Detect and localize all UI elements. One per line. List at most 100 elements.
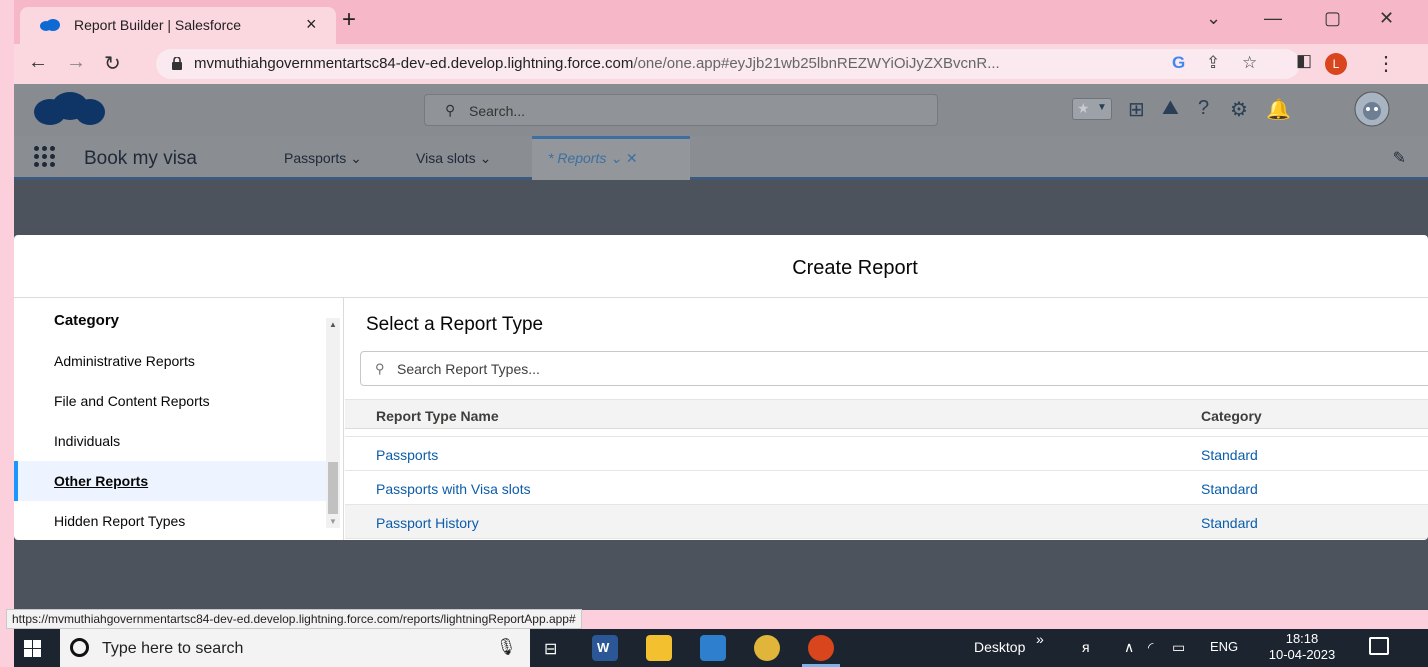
google-lens-icon[interactable]: G	[1172, 53, 1185, 73]
task-view-icon[interactable]: ⊟	[544, 639, 557, 659]
star-icon: ★	[1077, 100, 1090, 116]
word-app-icon[interactable]: W	[592, 635, 618, 661]
url-text: mvmuthiahgovernmentartsc84-dev-ed.develo…	[194, 55, 1000, 72]
report-type-name[interactable]: Passport History	[376, 515, 479, 531]
report-type-pane: Select a Report Type ⚲ Search Report Typ…	[345, 298, 1428, 540]
taskbar-search-placeholder: Type here to search	[102, 640, 244, 657]
menu-kebab-icon[interactable]: ⋮	[1376, 51, 1396, 76]
scrollbar-thumb[interactable]	[328, 462, 338, 514]
language-indicator[interactable]: ENG	[1210, 639, 1238, 654]
table-row[interactable]: Passport History Standard	[345, 505, 1428, 539]
create-report-modal: Create Report Category Administrative Re…	[14, 235, 1428, 540]
column-header-category[interactable]: Category	[1201, 408, 1262, 424]
clock-date: 10-04-2023	[1268, 647, 1336, 662]
edit-nav-icon[interactable]: ✎	[1393, 148, 1406, 168]
app-name: Book my visa	[84, 148, 197, 169]
network-icon[interactable]: ◜	[1148, 639, 1153, 656]
new-tab-button[interactable]: +	[342, 8, 356, 32]
chrome-profile-app-icon[interactable]	[808, 635, 834, 661]
forward-icon[interactable]: →	[66, 51, 86, 74]
trailhead-icon[interactable]: ⛰	[1162, 97, 1179, 120]
favorites-button[interactable]: ★ ▼	[1072, 98, 1112, 120]
salesforce-cloud-icon	[40, 19, 60, 31]
search-icon: ⚲	[445, 102, 456, 118]
report-type-search-input[interactable]: ⚲ Search Report Types...	[360, 351, 1428, 386]
clock-time: 18:18	[1285, 631, 1319, 646]
chevron-down-icon[interactable]: ⌄	[480, 150, 492, 166]
taskbar-clock[interactable]: 18:18 10-04-2023	[1267, 631, 1337, 663]
category-other-reports[interactable]: Other Reports	[14, 461, 326, 501]
table-row[interactable]: Passports Standard	[345, 437, 1428, 471]
report-type-name[interactable]: Passports with Visa slots	[376, 481, 531, 497]
chevron-down-icon[interactable]: ⌄	[350, 150, 362, 166]
nav-item-reports[interactable]: * Reports ⌄ ✕	[548, 150, 638, 167]
notifications-bell-icon[interactable]: 🔔	[1266, 97, 1291, 122]
report-type-heading: Select a Report Type	[366, 314, 544, 335]
nav-item-passports[interactable]: Passports ⌄	[284, 150, 362, 167]
desktop-toolbar-label[interactable]: Desktop	[974, 639, 1025, 655]
tray-chevron-up-icon[interactable]: ∧	[1124, 639, 1134, 656]
table-row[interactable]: Passports with Visa slots Standard	[345, 471, 1428, 505]
bookmark-star-icon[interactable]: ☆	[1242, 53, 1257, 73]
user-avatar[interactable]	[1354, 91, 1390, 127]
sf-global-header: ⚲ Search... ★ ▼ ⊞ ⛰ ? ⚙ 🔔	[14, 84, 1428, 136]
microphone-icon[interactable]: 🎙	[496, 637, 516, 657]
reload-icon[interactable]: ↻	[104, 51, 121, 76]
taskbar-search-box[interactable]: Type here to search 🎙	[60, 629, 530, 667]
side-panel-icon[interactable]: ◧	[1296, 51, 1312, 71]
browser-tab-strip: Report Builder | Salesforce × + ⌄ — ▢ ✕	[14, 0, 1428, 44]
close-window-icon[interactable]: ✕	[1379, 8, 1394, 29]
nav-item-visa-slots[interactable]: Visa slots ⌄	[416, 150, 491, 167]
toolbar-overflow-icon[interactable]: »	[1036, 631, 1044, 647]
minimize-icon[interactable]: —	[1264, 8, 1282, 29]
close-tab-icon[interactable]: ✕	[626, 150, 638, 166]
modal-title: Create Report	[792, 257, 918, 279]
category-administrative-reports[interactable]: Administrative Reports	[14, 341, 326, 381]
battery-icon[interactable]: ▭	[1172, 639, 1185, 656]
profile-avatar[interactable]: L	[1325, 53, 1347, 75]
file-explorer-icon[interactable]	[646, 635, 672, 661]
tab-close-icon[interactable]: ×	[306, 14, 317, 35]
search-icon: ⚲	[375, 361, 385, 376]
chevron-down-icon[interactable]: ⌄	[1206, 8, 1221, 29]
people-icon[interactable]: ᴙ	[1082, 639, 1090, 655]
chevron-down-icon[interactable]: ⌄	[610, 150, 622, 166]
column-header-name[interactable]: Report Type Name	[376, 408, 499, 424]
report-type-category: Standard	[1201, 447, 1258, 463]
category-heading: Category	[54, 312, 120, 329]
maximize-icon[interactable]: ▢	[1324, 8, 1341, 29]
app-launcher-icon[interactable]	[34, 146, 56, 168]
report-type-name[interactable]: Passports	[376, 447, 438, 463]
salesforce-logo	[34, 92, 105, 125]
status-bar-url: https://mvmuthiahgovernmentartsc84-dev-e…	[6, 609, 582, 629]
lock-icon	[172, 57, 182, 70]
chrome-app-icon[interactable]	[754, 635, 780, 661]
category-scrollbar[interactable]: ▲ ▼	[326, 318, 340, 528]
report-type-category: Standard	[1201, 515, 1258, 531]
cortana-circle-icon	[70, 638, 89, 657]
share-icon[interactable]: ⇪	[1206, 53, 1220, 73]
scroll-up-icon[interactable]: ▲	[329, 320, 337, 329]
back-icon[interactable]: ←	[28, 51, 48, 74]
help-icon[interactable]: ?	[1198, 97, 1209, 120]
tab-title: Report Builder | Salesforce	[74, 17, 242, 33]
caret-down-icon: ▼	[1097, 102, 1107, 113]
global-actions-icon[interactable]: ⊞	[1128, 97, 1145, 122]
report-type-category: Standard	[1201, 481, 1258, 497]
modal-header: Create Report	[14, 235, 1428, 298]
windows-taskbar: Type here to search 🎙 ⊟ W Desktop » ᴙ ∧ …	[14, 629, 1428, 667]
category-file-and-content-reports[interactable]: File and Content Reports	[14, 381, 326, 421]
setup-gear-icon[interactable]: ⚙	[1230, 97, 1248, 122]
photos-app-icon[interactable]	[700, 635, 726, 661]
windows-start-icon[interactable]	[24, 640, 41, 657]
notifications-icon[interactable]	[1369, 637, 1389, 655]
browser-toolbar: ← → ↻ mvmuthiahgovernmentartsc84-dev-ed.…	[14, 44, 1428, 84]
report-type-table: Report Type Name Category Passports Stan…	[345, 399, 1428, 539]
category-hidden-report-types[interactable]: Hidden Report Types	[14, 501, 326, 540]
global-search-input[interactable]: ⚲ Search...	[424, 94, 938, 126]
scroll-down-icon[interactable]: ▼	[329, 517, 337, 526]
browser-tab[interactable]: Report Builder | Salesforce ×	[20, 7, 336, 44]
table-spacer	[345, 429, 1428, 437]
address-bar[interactable]: mvmuthiahgovernmentartsc84-dev-ed.develo…	[156, 49, 1300, 79]
category-individuals[interactable]: Individuals	[14, 421, 326, 461]
